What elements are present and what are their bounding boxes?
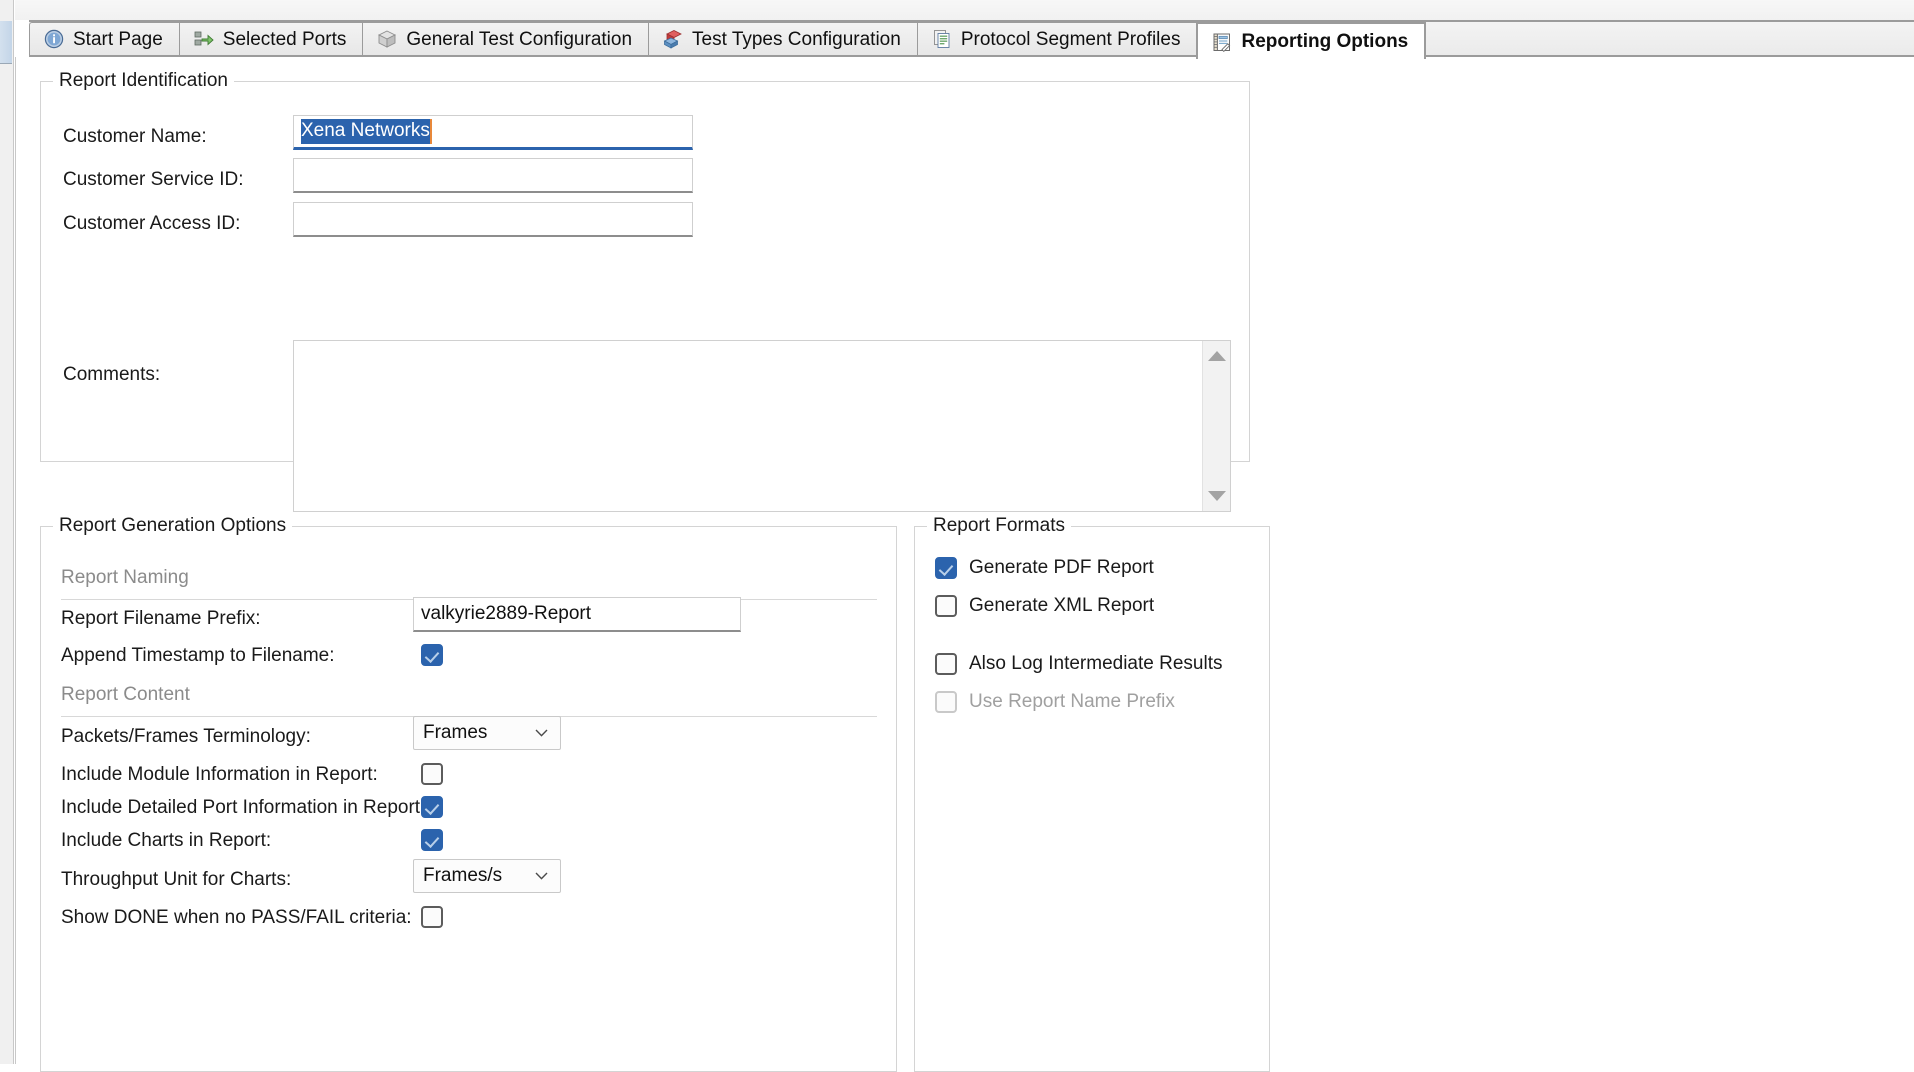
- customer-name-label: Customer Name:: [63, 126, 207, 147]
- report-format-row-use-report-name-prefix: Use Report Name Prefix: [935, 691, 1175, 713]
- include-module-information-label: Include Module Information in Report:: [61, 764, 378, 785]
- customer-service-id-input[interactable]: [293, 158, 693, 193]
- notebook-icon: [1212, 32, 1232, 52]
- group-title: Report Identification: [53, 70, 234, 92]
- left-dock-chip[interactable]: [0, 21, 12, 64]
- throughput-unit-for-charts-dropdown[interactable]: Frames/s: [413, 859, 561, 893]
- also-log-intermediate-results-label: Also Log Intermediate Results: [969, 653, 1223, 674]
- tab-label: Test Types Configuration: [692, 28, 901, 50]
- customer-name-value: Xena Networks: [301, 119, 432, 144]
- use-report-name-prefix-label: Use Report Name Prefix: [969, 691, 1175, 712]
- comments-scrollbar[interactable]: [1202, 341, 1230, 511]
- generate-xml-report-checkbox[interactable]: [935, 595, 957, 617]
- packets-frames-terminology-label: Packets/Frames Terminology:: [61, 726, 311, 747]
- include-detailed-port-information-checkbox[interactable]: [421, 796, 443, 818]
- report-generation-options-group: Report Generation Options Report Naming …: [40, 515, 897, 1072]
- report-naming-subheader: Report Naming: [61, 567, 189, 588]
- append-timestamp-label: Append Timestamp to Filename:: [61, 645, 335, 666]
- tabbar-filler: [1425, 22, 1914, 55]
- group-title: Report Generation Options: [53, 515, 293, 537]
- customer-name-input[interactable]: Xena Networks: [293, 115, 693, 150]
- info-circle-icon: [44, 29, 64, 49]
- documents-stack-icon: [932, 29, 952, 49]
- report-format-row-generate-xml-report[interactable]: Generate XML Report: [935, 595, 1154, 617]
- tab-label: General Test Configuration: [406, 28, 633, 50]
- generate-xml-report-label: Generate XML Report: [969, 595, 1155, 616]
- left-dock-rail: [0, 0, 14, 1064]
- throughput-unit-for-charts-value: Frames/s: [423, 865, 503, 886]
- chevron-down-icon: [535, 729, 548, 737]
- tab-protocol-segment-profiles[interactable]: Protocol Segment Profiles: [916, 22, 1198, 55]
- reporting-options-pane: Report Identification Customer Name: Xen…: [15, 57, 1914, 1072]
- comments-textarea[interactable]: [294, 341, 1202, 511]
- include-detailed-port-information-label: Include Detailed Port Information in Rep…: [61, 797, 426, 818]
- tabstrip-background: [15, 0, 1914, 20]
- tab-reporting-options[interactable]: Reporting Options: [1196, 22, 1427, 59]
- report-content-subheader: Report Content: [61, 684, 190, 705]
- generate-pdf-report-label: Generate PDF Report: [969, 557, 1154, 578]
- comments-field[interactable]: [293, 340, 1231, 512]
- throughput-unit-for-charts-label: Throughput Unit for Charts:: [61, 869, 292, 890]
- tab-label: Reporting Options: [1241, 31, 1409, 52]
- tab-label: Selected Ports: [222, 28, 347, 50]
- cube-gray-icon: [377, 29, 397, 49]
- use-report-name-prefix-checkbox: [935, 691, 957, 713]
- report-filename-prefix-value: valkyrie2889-Report: [421, 603, 592, 624]
- ports-arrow-icon: [194, 29, 214, 49]
- include-charts-checkbox[interactable]: [421, 829, 443, 851]
- report-filename-prefix-input[interactable]: valkyrie2889-Report: [413, 597, 741, 632]
- report-formats-group: Report Formats Generate PDF Report Gener…: [914, 515, 1270, 1072]
- show-done-no-criteria-label: Show DONE when no PASS/FAIL criteria:: [61, 907, 412, 928]
- packets-frames-terminology-dropdown[interactable]: Frames: [413, 716, 561, 750]
- report-format-row-also-log-intermediate-results[interactable]: Also Log Intermediate Results: [935, 653, 1222, 675]
- packets-frames-terminology-value: Frames: [423, 722, 488, 743]
- generate-pdf-report-checkbox[interactable]: [935, 557, 957, 579]
- report-filename-prefix-label: Report Filename Prefix:: [61, 608, 261, 629]
- also-log-intermediate-results-checkbox[interactable]: [935, 653, 957, 675]
- chevron-down-icon: [535, 872, 548, 880]
- customer-access-id-label: Customer Access ID:: [63, 213, 241, 234]
- customer-access-id-input[interactable]: [293, 202, 693, 237]
- tab-start-page[interactable]: Start Page: [29, 22, 180, 55]
- report-identification-group: Report Identification Customer Name: Xen…: [40, 70, 1250, 512]
- cube-red-blue-icon: [663, 29, 683, 49]
- scroll-up-arrow-icon[interactable]: [1207, 351, 1226, 361]
- scroll-down-arrow-icon[interactable]: [1207, 491, 1226, 501]
- append-timestamp-checkbox[interactable]: [421, 644, 443, 666]
- comments-label: Comments:: [63, 364, 161, 385]
- customer-service-id-label: Customer Service ID:: [63, 169, 244, 190]
- tab-general-test-configuration[interactable]: General Test Configuration: [362, 22, 650, 55]
- tab-selected-ports[interactable]: Selected Ports: [178, 22, 364, 55]
- show-done-no-criteria-checkbox[interactable]: [421, 906, 443, 928]
- group-title: Report Formats: [927, 515, 1071, 537]
- include-charts-label: Include Charts in Report:: [61, 830, 272, 851]
- report-format-row-generate-pdf-report[interactable]: Generate PDF Report: [935, 557, 1154, 579]
- tab-label: Protocol Segment Profiles: [960, 28, 1181, 50]
- main-tabbar: Start Page Selected Ports General Test C…: [29, 20, 1914, 59]
- tab-test-types-configuration[interactable]: Test Types Configuration: [648, 22, 918, 55]
- include-module-information-checkbox[interactable]: [421, 763, 443, 785]
- tab-label: Start Page: [73, 28, 163, 50]
